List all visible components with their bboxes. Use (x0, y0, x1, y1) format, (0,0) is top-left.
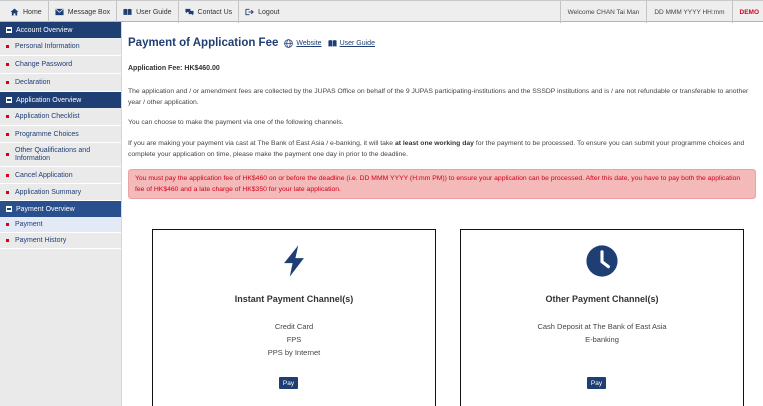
sidebar-item-personal-information[interactable]: Personal Information (0, 38, 121, 56)
sidebar-item-label: Payment History (15, 237, 67, 244)
nav-user-guide-label: User Guide (136, 8, 172, 16)
instant-payment-methods: Credit Card FPS PPS by Internet (153, 320, 435, 359)
current-datetime: DD MMM YYYY HH:mm (646, 1, 731, 23)
book-icon (123, 8, 132, 16)
book-icon (328, 39, 337, 47)
page-title: Payment of Application Fee (128, 37, 279, 49)
notice-emphasis: at least one working day (394, 140, 474, 147)
instant-pay-button[interactable]: Pay (279, 377, 298, 389)
payment-method: Credit Card (274, 322, 314, 331)
top-nav-links: Home Message Box User Guide Contact Us L… (4, 1, 286, 23)
sidebar-item-label: Personal Information (15, 43, 80, 50)
bullet-icon (6, 63, 9, 66)
demo-badge: DEMO (731, 1, 763, 23)
website-link-label: Website (296, 39, 322, 47)
sidebar-section-application-overview[interactable]: Application Overview (0, 92, 121, 108)
bullet-icon (6, 223, 9, 226)
nav-message-box[interactable]: Message Box (49, 1, 118, 23)
fee-policy-text: The application and / or amendment fees … (128, 88, 749, 106)
user-guide-link-label: User Guide (339, 39, 375, 47)
sidebar: Account Overview Personal Information Ch… (0, 22, 122, 406)
sidebar-item-label: Application Summary (15, 188, 82, 196)
sidebar-item-change-password[interactable]: Change Password (0, 56, 121, 74)
deadline-alert: You must pay the application fee of HK$4… (128, 169, 756, 199)
sidebar-item-label: Change Password (15, 61, 73, 68)
nav-contact-us[interactable]: Contact Us (179, 1, 240, 23)
nav-logout[interactable]: Logout (239, 1, 285, 23)
payment-method: Cash Deposit at The Bank of East Asia (537, 322, 667, 331)
other-payment-title: Other Payment Channel(s) (545, 294, 659, 304)
application-fee: Application Fee: HK$460.00 (128, 65, 220, 72)
nav-home[interactable]: Home (4, 1, 49, 23)
sidebar-section-account-overview[interactable]: Account Overview (0, 22, 121, 38)
sidebar-item-label: Programme Choices (15, 130, 79, 138)
sidebar-section-label: Application Overview (16, 96, 82, 104)
bullet-icon (6, 81, 9, 84)
welcome-user: Welcome CHAN Tai Man (559, 1, 647, 23)
bullet-icon (6, 45, 9, 48)
sidebar-item-application-checklist[interactable]: Application Checklist (0, 108, 121, 126)
sidebar-item-label: Other Qualifications and Information (15, 146, 91, 162)
payment-channel-intro: You can choose to make the payment via o… (128, 119, 344, 126)
user-guide-link[interactable]: User Guide (328, 39, 375, 48)
main-content: Payment of Application Fee Website User … (122, 22, 763, 406)
sidebar-section-label: Account Overview (16, 26, 73, 34)
top-nav-status: Welcome CHAN Tai Man DD MMM YYYY HH:mm D… (559, 1, 763, 23)
payment-method: PPS by Internet (267, 348, 321, 357)
bullet-icon (6, 173, 9, 177)
bullet-icon (6, 153, 9, 156)
globe-icon (284, 38, 294, 48)
sidebar-item-programme-choices[interactable]: Programme Choices (0, 126, 121, 143)
nav-user-guide[interactable]: User Guide (117, 1, 179, 23)
other-pay-button[interactable]: Pay (587, 377, 606, 389)
sidebar-item-label: Cancel Application (15, 171, 73, 179)
other-payment-methods: Cash Deposit at The Bank of East Asia E-… (461, 320, 743, 346)
logout-icon (245, 8, 254, 16)
sidebar-item-label: Payment (15, 221, 43, 228)
sidebar-item-other-qualifications[interactable]: Other Qualifications and Information (0, 143, 121, 167)
bullet-icon (6, 190, 9, 194)
nav-contact-us-label: Contact Us (197, 8, 233, 16)
bullet-icon (6, 239, 9, 242)
sidebar-item-payment[interactable]: Payment (0, 217, 121, 233)
instant-payment-title: Instant Payment Channel(s) (234, 294, 354, 304)
sidebar-item-label: Application Checklist (15, 113, 80, 120)
sidebar-item-declaration[interactable]: Declaration (0, 74, 121, 92)
bullet-icon (6, 132, 9, 136)
title-row: Payment of Application Fee Website User … (128, 37, 375, 49)
sidebar-section-payment-overview[interactable]: Payment Overview (0, 201, 121, 217)
collapse-icon (6, 97, 12, 103)
notice-text-part: If you are making your payment via cast … (128, 140, 395, 147)
collapse-icon (6, 206, 12, 212)
website-link[interactable]: Website (284, 38, 322, 48)
sidebar-item-application-summary[interactable]: Application Summary (0, 184, 121, 201)
home-icon (10, 8, 19, 16)
sidebar-item-label: Declaration (15, 79, 51, 86)
sidebar-item-payment-history[interactable]: Payment History (0, 233, 121, 249)
bullet-icon (6, 115, 9, 118)
chat-icon (184, 8, 194, 16)
nav-message-box-label: Message Box (67, 8, 111, 16)
other-payment-card: Other Payment Channel(s) Cash Deposit at… (460, 229, 744, 406)
message-icon (55, 8, 64, 16)
clock-icon (586, 245, 618, 277)
instant-payment-card: Instant Payment Channel(s) Credit Card F… (152, 229, 436, 406)
lightning-icon (284, 245, 304, 277)
processing-time-notice: If you are making your payment via cast … (128, 139, 756, 160)
payment-method: E-banking (585, 335, 619, 344)
top-nav-bar: Home Message Box User Guide Contact Us L… (0, 0, 763, 23)
sidebar-item-cancel-application[interactable]: Cancel Application (0, 167, 121, 184)
collapse-icon (6, 27, 12, 33)
payment-method: FPS (286, 335, 302, 344)
nav-home-label: Home (23, 8, 42, 16)
sidebar-section-label: Payment Overview (16, 205, 75, 213)
nav-logout-label: Logout (258, 8, 280, 16)
